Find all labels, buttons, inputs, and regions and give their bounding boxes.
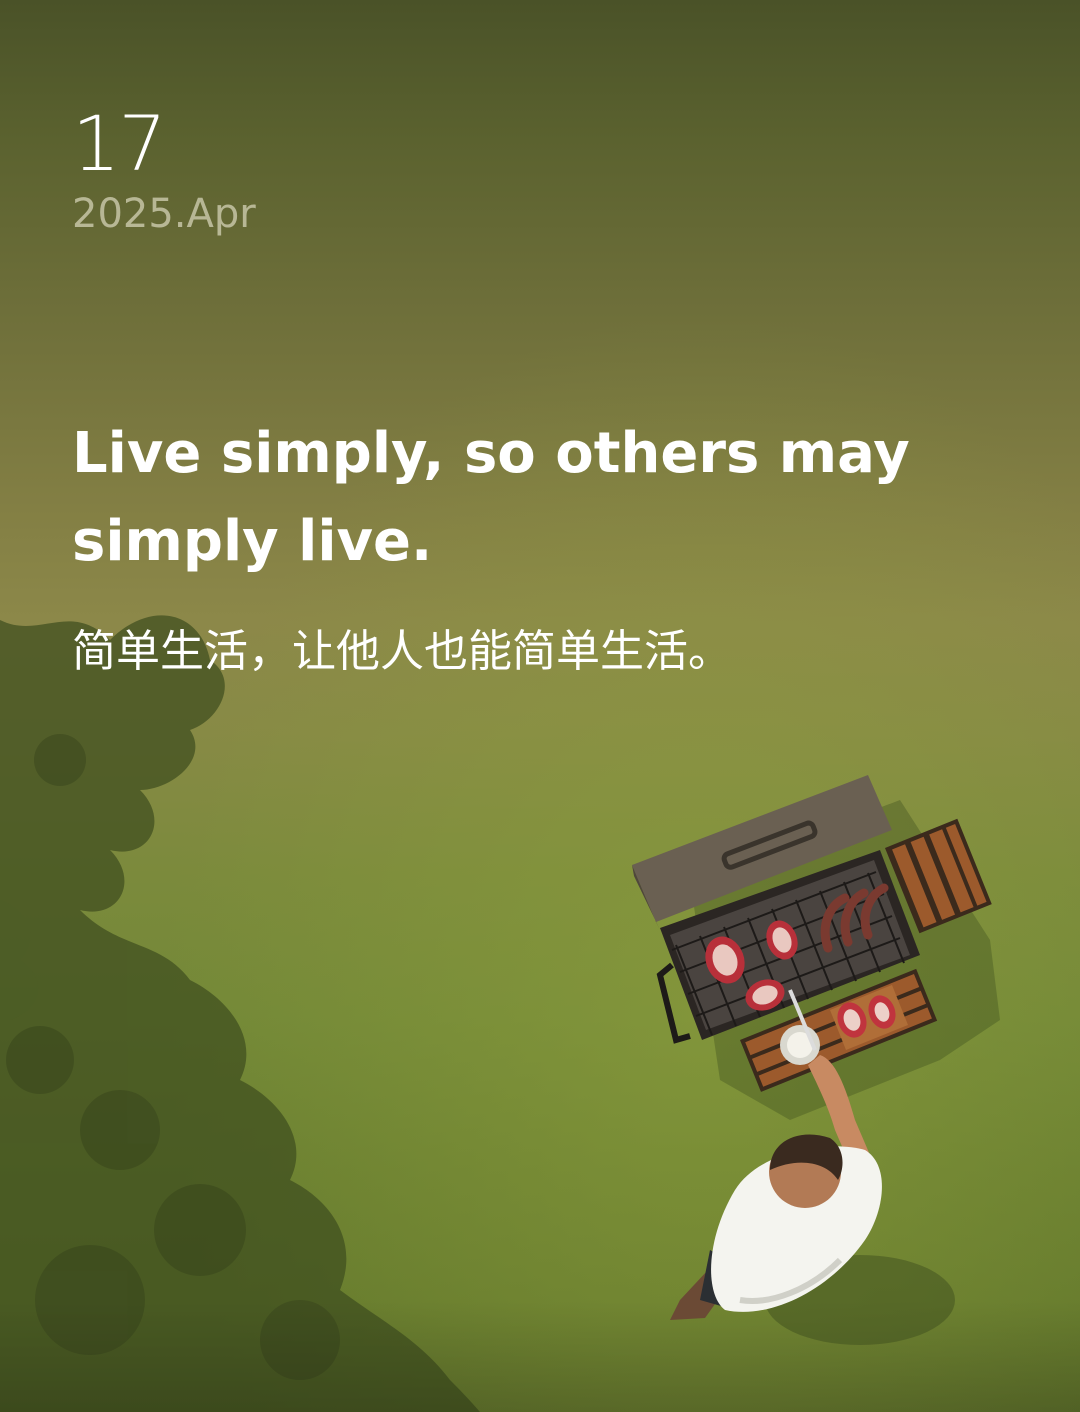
quote-english: Live simply, so others may simply live.	[72, 421, 910, 574]
calendar-day: 17	[72, 99, 167, 188]
quote-chinese: 简单生活，让他人也能简单生活。	[72, 626, 732, 677]
calendar-year-month: 2025.Apr	[72, 191, 256, 237]
